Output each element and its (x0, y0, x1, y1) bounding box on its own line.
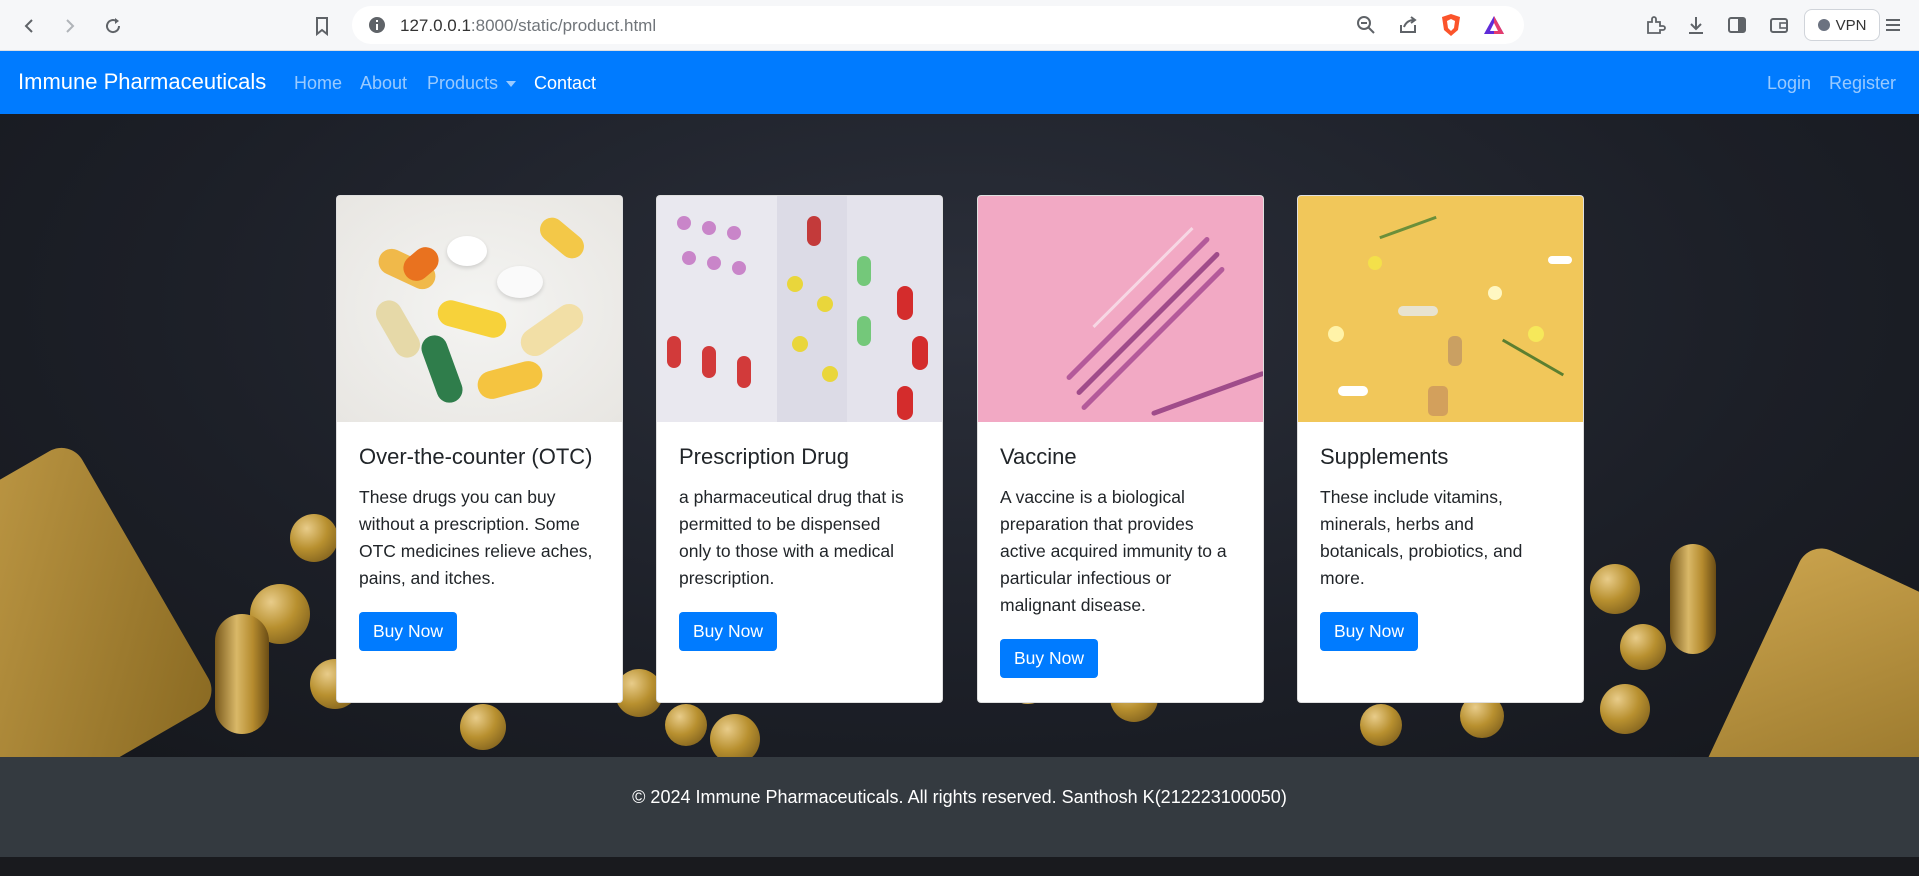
card-description: These include vitamins, minerals, herbs … (1320, 487, 1523, 589)
nav-home[interactable]: Home (294, 73, 342, 94)
footer-copyright: © 2024 Immune Pharmaceuticals. All right… (632, 787, 1287, 807)
blister-pack-image (1691, 540, 1919, 757)
nav-products[interactable]: Products (427, 73, 517, 94)
address-bar[interactable]: 127.0.0.1:8000/static/product.html (352, 6, 1524, 44)
vpn-status-icon (1817, 19, 1830, 31)
menu-icon[interactable] (1882, 14, 1904, 36)
share-icon[interactable] (1398, 15, 1418, 35)
otc-pills-image (337, 196, 622, 422)
product-card-vaccine: Vaccine A vaccine is a biological prepar… (977, 195, 1264, 703)
brave-shield-icon[interactable] (1439, 13, 1463, 37)
card-title: Supplements (1320, 444, 1449, 469)
vpn-label: VPN (1835, 16, 1867, 34)
capsule-image (215, 614, 269, 734)
product-card-prescription: Prescription Drug a pharmaceutical drug … (656, 195, 943, 703)
vaccine-syringes-image (978, 196, 1263, 422)
pill-image (665, 704, 707, 746)
back-icon[interactable] (15, 12, 43, 40)
buy-now-button[interactable]: Buy Now (1320, 612, 1419, 652)
buy-now-button[interactable]: Buy Now (679, 612, 778, 652)
nav-products-label: Products (427, 73, 499, 93)
nav-login[interactable]: Login (1767, 73, 1811, 94)
chevron-down-icon (506, 81, 517, 88)
buy-now-button[interactable]: Buy Now (1000, 639, 1099, 679)
nav-about[interactable]: About (360, 73, 407, 94)
capsule-image (1670, 544, 1716, 654)
blister-pack-image (0, 439, 221, 757)
reload-icon[interactable] (99, 12, 127, 40)
page-footer: © 2024 Immune Pharmaceuticals. All right… (0, 757, 1919, 857)
card-description: These drugs you can buy without a prescr… (359, 487, 593, 589)
product-card-otc: Over-the-counter (OTC) These drugs you c… (336, 195, 623, 703)
pill-image (1590, 564, 1640, 614)
card-title: Vaccine (1000, 444, 1077, 469)
pill-image (1620, 624, 1666, 670)
bookmark-icon[interactable] (308, 12, 336, 40)
pill-image (460, 704, 506, 750)
extensions-icon[interactable] (1644, 14, 1666, 36)
pill-image (290, 514, 338, 562)
site-navbar: Immune Pharmaceuticals Home About Produc… (0, 51, 1919, 114)
card-description: a pharmaceutical drug that is permitted … (679, 487, 904, 589)
supplements-image (1298, 196, 1583, 422)
browser-toolbar: 127.0.0.1:8000/static/product.html VPN (0, 0, 1919, 51)
card-title: Prescription Drug (679, 444, 849, 469)
download-icon[interactable] (1685, 14, 1707, 36)
page-bottom-background (0, 857, 1919, 876)
brand-link[interactable]: Immune Pharmaceuticals (18, 69, 266, 95)
card-title: Over-the-counter (OTC) (359, 444, 593, 469)
zoom-icon[interactable] (1356, 15, 1376, 35)
buy-now-button[interactable]: Buy Now (359, 612, 458, 652)
product-card-supplements: Supplements These include vitamins, mine… (1297, 195, 1584, 703)
nav-register[interactable]: Register (1829, 73, 1896, 94)
vpn-button[interactable]: VPN (1804, 9, 1880, 41)
card-description: A vaccine is a biological preparation th… (1000, 487, 1227, 616)
brave-rewards-icon[interactable] (1482, 14, 1506, 36)
hero-background (0, 114, 1919, 757)
pill-image (1600, 684, 1650, 734)
prescription-blister-image (657, 196, 942, 422)
forward-icon[interactable] (56, 12, 84, 40)
pill-image (1360, 704, 1402, 746)
sidebar-icon[interactable] (1726, 14, 1748, 36)
pill-image (710, 714, 760, 757)
site-info-icon[interactable] (368, 16, 386, 34)
wallet-icon[interactable] (1768, 14, 1790, 36)
url-text[interactable]: 127.0.0.1:8000/static/product.html (400, 16, 656, 36)
nav-contact[interactable]: Contact (534, 73, 596, 94)
